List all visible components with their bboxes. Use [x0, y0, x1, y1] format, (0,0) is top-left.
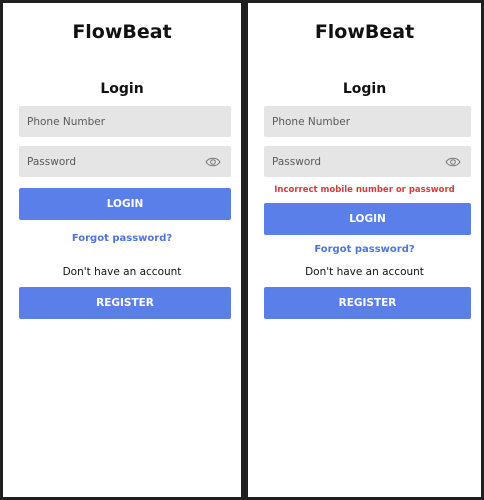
error-message: Incorrect mobile number or password — [274, 185, 455, 195]
login-heading: Login — [342, 81, 387, 97]
login-screen-error: FlowBeat Login Phone Number Password Inc… — [244, 0, 484, 500]
app-title: FlowBeat — [314, 21, 415, 43]
password-input[interactable]: Password — [264, 146, 471, 177]
eye-icon[interactable] — [445, 156, 461, 168]
login-button[interactable]: LOGIN — [19, 188, 231, 220]
phone-number-placeholder: Phone Number — [272, 115, 351, 128]
password-placeholder: Password — [272, 155, 322, 168]
no-account-text: Don't have an account — [62, 266, 182, 278]
forgot-password-link[interactable]: Forgot password? — [248, 244, 481, 255]
phone-number-input[interactable]: Phone Number — [264, 106, 471, 137]
password-input[interactable]: Password — [19, 146, 231, 177]
password-placeholder: Password — [27, 155, 77, 168]
register-button[interactable]: REGISTER — [264, 287, 471, 319]
app-title: FlowBeat — [72, 21, 172, 43]
phone-number-input[interactable]: Phone Number — [19, 106, 231, 137]
login-screen-default: FlowBeat Login Phone Number Password LOG… — [0, 0, 244, 500]
phone-number-placeholder: Phone Number — [27, 115, 106, 128]
no-account-text: Don't have an account — [305, 266, 424, 278]
register-button[interactable]: REGISTER — [19, 287, 231, 319]
login-heading: Login — [100, 81, 144, 97]
forgot-password-link[interactable]: Forgot password? — [3, 233, 241, 244]
login-button[interactable]: LOGIN — [264, 203, 471, 235]
eye-icon[interactable] — [205, 156, 221, 168]
